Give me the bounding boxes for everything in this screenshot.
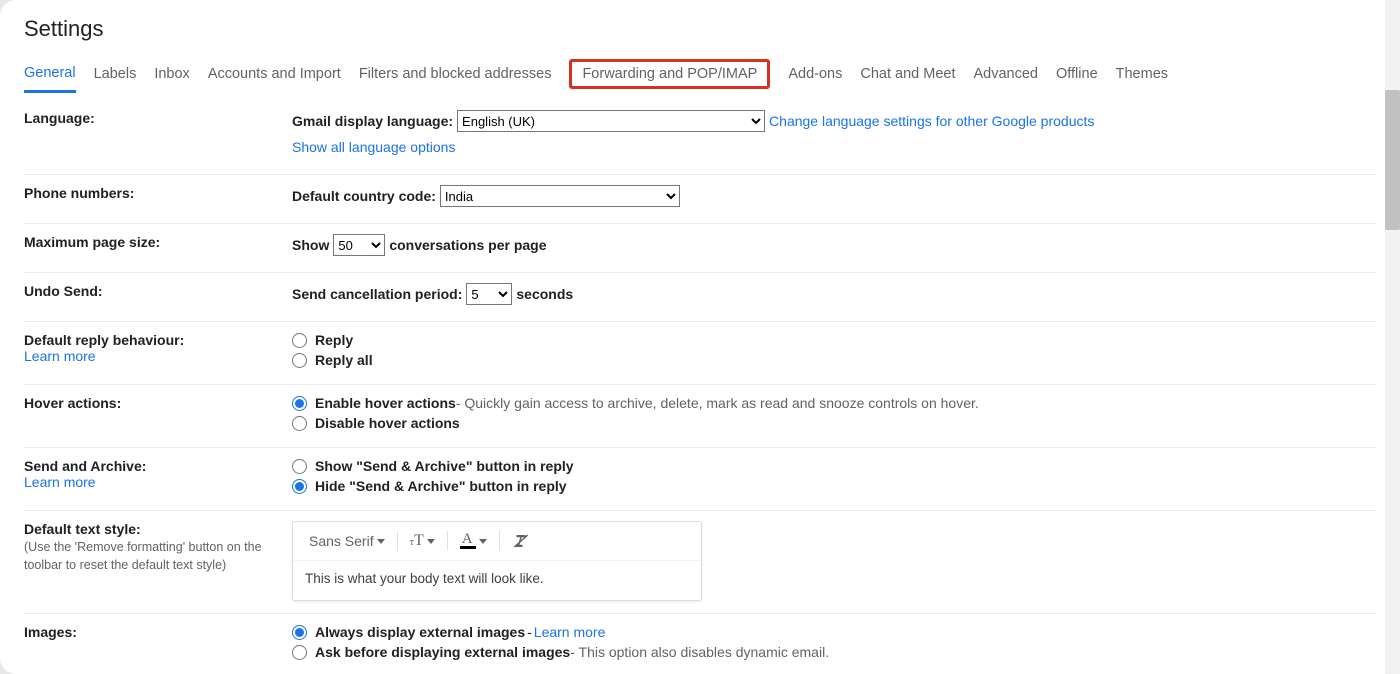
reply-opt2: Reply all bbox=[315, 352, 373, 368]
tab-chat-meet[interactable]: Chat and Meet bbox=[860, 56, 955, 91]
hover-radio-enable[interactable] bbox=[292, 396, 307, 411]
title-row: Settings bbox=[0, 0, 1400, 54]
tab-filters-blocked[interactable]: Filters and blocked addresses bbox=[359, 56, 552, 91]
row-language: Language: Gmail display language: Englis… bbox=[24, 100, 1376, 175]
settings-panel: Settings General Labels Inbox Accounts a… bbox=[0, 0, 1400, 674]
sendarchive-radio-hide[interactable] bbox=[292, 479, 307, 494]
chevron-down-icon bbox=[427, 539, 435, 544]
row-reply: Default reply behaviour: Learn more Repl… bbox=[24, 322, 1376, 385]
display-language-select[interactable]: English (UK) bbox=[457, 110, 765, 132]
row-pagesize: Maximum page size: Show 50 conversations… bbox=[24, 224, 1376, 273]
tab-forwarding-pop-imap[interactable]: Forwarding and POP/IMAP bbox=[569, 59, 770, 89]
remove-formatting-button[interactable] bbox=[508, 530, 534, 552]
divider bbox=[499, 531, 500, 551]
undo-prefix: Send cancellation period: bbox=[292, 286, 462, 302]
row-phone: Phone numbers: Default country code: Ind… bbox=[24, 175, 1376, 224]
tab-advanced[interactable]: Advanced bbox=[973, 56, 1038, 91]
show-all-languages-link[interactable]: Show all language options bbox=[292, 139, 455, 155]
row-textstyle: Default text style: (Use the 'Remove for… bbox=[24, 511, 1376, 614]
tab-general[interactable]: General bbox=[24, 55, 76, 93]
phone-label: Phone numbers: bbox=[24, 185, 292, 201]
reply-radio-reply[interactable] bbox=[292, 333, 307, 348]
tab-themes[interactable]: Themes bbox=[1116, 56, 1168, 91]
sendarchive-opt2: Hide "Send & Archive" button in reply bbox=[315, 478, 567, 494]
sendarchive-label: Send and Archive: bbox=[24, 458, 146, 474]
hover-opt2: Disable hover actions bbox=[315, 415, 460, 431]
images-opt2: Ask before displaying external images bbox=[315, 644, 570, 660]
remove-formatting-icon bbox=[512, 532, 530, 550]
font-family-label: Sans Serif bbox=[309, 533, 374, 549]
images-label: Images: bbox=[24, 624, 292, 640]
hover-opt1-desc: - Quickly gain access to archive, delete… bbox=[456, 395, 979, 411]
text-color-icon: A bbox=[460, 533, 476, 549]
sendarchive-radio-show[interactable] bbox=[292, 459, 307, 474]
change-language-link[interactable]: Change language settings for other Googl… bbox=[769, 113, 1094, 129]
text-size-icon: тT bbox=[410, 532, 424, 550]
page-title: Settings bbox=[24, 16, 1376, 42]
text-preview: This is what your body text will look li… bbox=[293, 561, 701, 600]
pagesize-select[interactable]: 50 bbox=[333, 234, 385, 256]
display-language-label: Gmail display language: bbox=[292, 113, 453, 129]
tab-inbox[interactable]: Inbox bbox=[154, 56, 189, 91]
reply-learn-link[interactable]: Learn more bbox=[24, 348, 96, 364]
images-opt2-desc: - This option also disables dynamic emai… bbox=[570, 644, 829, 660]
font-family-button[interactable]: Sans Serif bbox=[305, 531, 389, 551]
text-color-button[interactable]: A bbox=[456, 531, 491, 551]
tab-addons[interactable]: Add-ons bbox=[788, 56, 842, 91]
chevron-down-icon bbox=[479, 539, 487, 544]
reply-radio-replyall[interactable] bbox=[292, 353, 307, 368]
tab-offline[interactable]: Offline bbox=[1056, 56, 1098, 91]
reply-opt1: Reply bbox=[315, 332, 353, 348]
country-code-label: Default country code: bbox=[292, 188, 436, 204]
tab-accounts-import[interactable]: Accounts and Import bbox=[208, 56, 341, 91]
chevron-down-icon bbox=[377, 539, 385, 544]
scrollbar-thumb[interactable] bbox=[1385, 90, 1400, 230]
pagesize-label: Maximum page size: bbox=[24, 234, 292, 250]
reply-label: Default reply behaviour: bbox=[24, 332, 184, 348]
scrollbar-track[interactable] bbox=[1385, 0, 1400, 674]
divider bbox=[397, 531, 398, 551]
tab-labels[interactable]: Labels bbox=[94, 56, 137, 91]
sendarchive-learn-link[interactable]: Learn more bbox=[24, 474, 96, 490]
text-toolbar: Sans Serif тT A bbox=[292, 521, 702, 601]
images-opt1: Always display external images bbox=[315, 624, 525, 640]
images-learn-link[interactable]: Learn more bbox=[534, 624, 606, 640]
undo-suffix: seconds bbox=[516, 286, 573, 302]
hover-label: Hover actions: bbox=[24, 395, 292, 411]
textstyle-sub: (Use the 'Remove formatting' button on t… bbox=[24, 539, 292, 574]
row-hover: Hover actions: Enable hover actions - Qu… bbox=[24, 385, 1376, 448]
font-size-button[interactable]: тT bbox=[406, 530, 439, 552]
undo-select[interactable]: 5 bbox=[466, 283, 512, 305]
row-images: Images: Always display external images -… bbox=[24, 614, 1376, 674]
pagesize-prefix: Show bbox=[292, 237, 329, 253]
tabs: General Labels Inbox Accounts and Import… bbox=[0, 54, 1400, 94]
language-label: Language: bbox=[24, 110, 292, 126]
row-undo: Undo Send: Send cancellation period: 5 s… bbox=[24, 273, 1376, 322]
undo-label: Undo Send: bbox=[24, 283, 292, 299]
hover-opt1: Enable hover actions bbox=[315, 395, 456, 411]
pagesize-suffix: conversations per page bbox=[389, 237, 546, 253]
country-code-select[interactable]: India bbox=[440, 185, 680, 207]
images-radio-ask[interactable] bbox=[292, 645, 307, 660]
hover-radio-disable[interactable] bbox=[292, 416, 307, 431]
row-sendarchive: Send and Archive: Learn more Show "Send … bbox=[24, 448, 1376, 511]
images-radio-always[interactable] bbox=[292, 625, 307, 640]
sendarchive-opt1: Show "Send & Archive" button in reply bbox=[315, 458, 574, 474]
divider bbox=[447, 531, 448, 551]
content: Language: Gmail display language: Englis… bbox=[0, 94, 1400, 674]
textstyle-label: Default text style: bbox=[24, 521, 141, 537]
